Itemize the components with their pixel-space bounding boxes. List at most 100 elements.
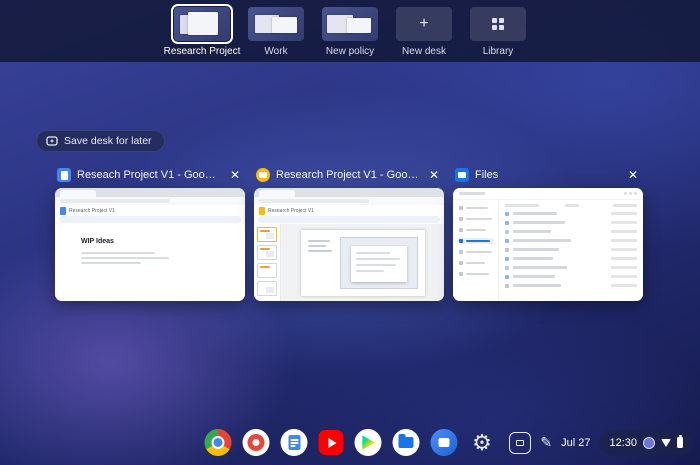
browser-tab-strip bbox=[55, 188, 245, 197]
close-icon[interactable]: ✕ bbox=[426, 168, 442, 182]
screen-capture-icon[interactable] bbox=[509, 432, 531, 454]
doc-header: Research Project V1 bbox=[55, 205, 245, 216]
status-pill[interactable]: 12:30 bbox=[599, 430, 693, 455]
docs-page: WIP Ideas bbox=[55, 224, 245, 301]
avatar-icon bbox=[643, 437, 655, 449]
desk-thumbnail-work[interactable] bbox=[248, 7, 304, 41]
files-sidebar bbox=[453, 200, 499, 301]
play-store-icon[interactable] bbox=[355, 429, 382, 456]
files-app-icon bbox=[455, 168, 469, 182]
files-toolbar bbox=[453, 188, 643, 200]
sidebar-item bbox=[457, 260, 494, 266]
text-line-placeholder bbox=[81, 262, 141, 264]
slide-thumbnail bbox=[257, 281, 277, 296]
screenshot-dialog bbox=[351, 246, 407, 282]
url-placeholder bbox=[60, 199, 170, 203]
doc-heading: WIP Ideas bbox=[81, 238, 114, 245]
desk-label: New policy bbox=[326, 46, 374, 57]
window-thumbnail-docs[interactable]: Research Project V1 WIP Ideas bbox=[55, 188, 245, 301]
tray-time: 12:30 bbox=[609, 437, 637, 449]
desk-item-research-project[interactable]: Research Project bbox=[172, 7, 232, 62]
google-docs-app-icon[interactable] bbox=[281, 429, 308, 456]
tray-date[interactable]: Jul 27 bbox=[561, 437, 590, 449]
window-title: Reseach Project V1 - Google docs bbox=[77, 169, 221, 181]
window-card-files[interactable]: Files ✕ bbox=[453, 165, 643, 301]
file-row bbox=[505, 284, 637, 288]
files-app-shelf-icon[interactable] bbox=[393, 429, 420, 456]
new-desk-button[interactable]: + New desk bbox=[394, 7, 454, 62]
desk-thumbnail-research-project[interactable] bbox=[174, 7, 230, 41]
window-header: Research Project V1 - Google slides ✕ bbox=[254, 165, 444, 185]
slides-mini-icon bbox=[259, 207, 265, 215]
library-button[interactable]: Library bbox=[468, 7, 528, 62]
library-tile[interactable] bbox=[470, 7, 526, 41]
battery-icon bbox=[677, 437, 683, 448]
wifi-icon bbox=[661, 439, 671, 447]
sidebar-item bbox=[457, 227, 494, 233]
doc-title: Research Project V1 bbox=[268, 208, 314, 214]
file-row bbox=[505, 257, 637, 261]
chromeos-overview-screen: Research Project Work New policy + bbox=[0, 0, 700, 465]
status-tray: ✎ Jul 27 12:30 bbox=[509, 430, 693, 455]
browser-tab-strip bbox=[254, 188, 444, 197]
file-row bbox=[505, 212, 637, 216]
url-placeholder bbox=[259, 199, 369, 203]
chrome-icon[interactable] bbox=[205, 429, 232, 456]
desk-label: Research Project bbox=[164, 46, 241, 57]
file-row bbox=[505, 221, 637, 225]
save-desk-button[interactable]: Save desk for later bbox=[36, 130, 165, 152]
library-grid-icon bbox=[492, 18, 504, 30]
sidebar-item bbox=[457, 249, 494, 255]
google-docs-icon bbox=[57, 168, 71, 182]
window-card-google-docs[interactable]: Reseach Project V1 - Google docs ✕ Resea… bbox=[55, 165, 245, 301]
desk-label: Work bbox=[264, 46, 287, 57]
slide-thumbnail bbox=[257, 245, 277, 260]
browser-address-bar bbox=[254, 197, 444, 205]
settings-gear-icon[interactable]: ⚙ bbox=[469, 429, 496, 456]
file-row bbox=[505, 239, 637, 243]
text-line-placeholder bbox=[308, 240, 330, 242]
text-line-placeholder bbox=[308, 250, 332, 252]
doc-title: Research Project V1 bbox=[69, 208, 115, 214]
text-line-placeholder bbox=[308, 245, 326, 247]
slide-thumbnail bbox=[257, 263, 277, 278]
red-white-app-icon[interactable] bbox=[243, 429, 270, 456]
close-icon[interactable]: ✕ bbox=[227, 168, 243, 182]
file-row bbox=[505, 266, 637, 270]
library-label: Library bbox=[483, 46, 514, 57]
google-slides-icon bbox=[256, 168, 270, 182]
youtube-icon[interactable] bbox=[319, 430, 344, 455]
shelf: ⚙ ✎ Jul 27 12:30 bbox=[0, 419, 700, 465]
desk-thumbnail-new-policy[interactable] bbox=[322, 7, 378, 41]
new-desk-tile[interactable]: + bbox=[396, 7, 452, 41]
window-title: Files bbox=[475, 169, 498, 181]
text-line-placeholder bbox=[81, 257, 169, 259]
current-slide bbox=[301, 230, 425, 296]
window-header: Files ✕ bbox=[453, 165, 643, 185]
save-desk-label: Save desk for later bbox=[64, 135, 152, 147]
mini-window bbox=[347, 18, 371, 33]
window-thumbnail-slides[interactable]: Research Project V1 bbox=[254, 188, 444, 301]
sidebar-item bbox=[457, 271, 494, 277]
add-icon: + bbox=[419, 16, 428, 32]
doc-header: Research Project V1 bbox=[254, 205, 444, 216]
close-icon[interactable]: ✕ bbox=[625, 168, 641, 182]
file-row bbox=[505, 275, 637, 279]
browser-address-bar bbox=[55, 197, 245, 205]
chat-app-icon[interactable] bbox=[431, 429, 458, 456]
files-title-placeholder bbox=[459, 192, 485, 195]
desk-group: Research Project Work New policy + bbox=[172, 0, 528, 62]
slides-toolbar bbox=[258, 216, 440, 223]
text-line-placeholder bbox=[81, 252, 155, 254]
desk-item-work[interactable]: Work bbox=[246, 7, 306, 62]
stylus-icon[interactable]: ✎ bbox=[540, 434, 552, 451]
sidebar-item bbox=[457, 216, 494, 222]
window-card-google-slides[interactable]: Research Project V1 - Google slides ✕ Re… bbox=[254, 165, 444, 301]
files-body bbox=[453, 200, 643, 301]
window-title: Research Project V1 - Google slides bbox=[276, 169, 420, 181]
slide-thumbnail bbox=[257, 227, 277, 242]
window-thumbnail-files[interactable] bbox=[453, 188, 643, 301]
slides-body bbox=[254, 224, 444, 301]
desk-item-new-policy[interactable]: New policy bbox=[320, 7, 380, 62]
file-row bbox=[505, 248, 637, 252]
